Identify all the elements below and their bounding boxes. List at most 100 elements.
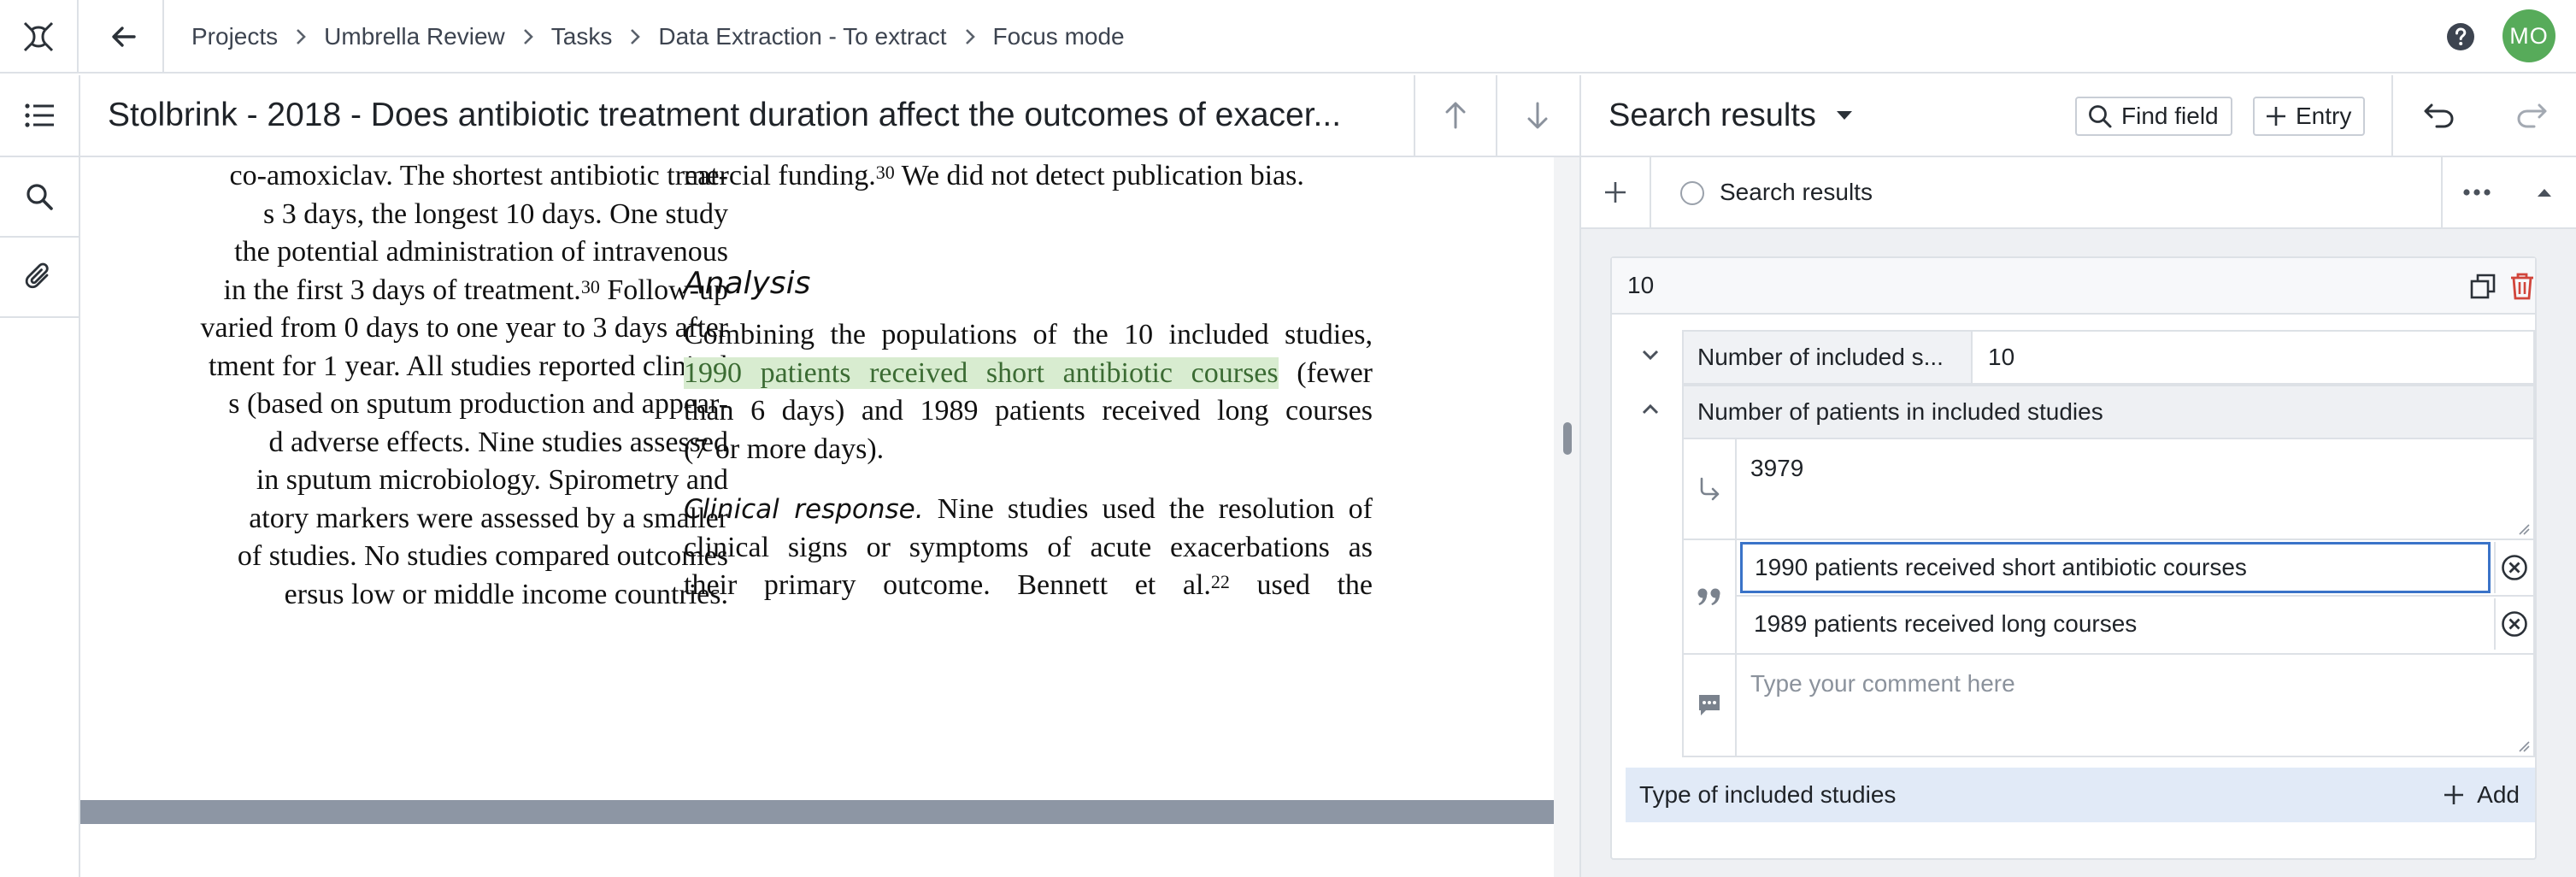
copy-icon (2470, 274, 2496, 299)
arrow-left-icon (112, 26, 136, 47)
pdf-page: co-amoxiclav. The shortest antibiotic tr… (80, 157, 1554, 800)
more-icon (2463, 189, 2491, 196)
panel-title-dropdown[interactable]: Search results (1609, 75, 1854, 156)
find-field-label: Find field (2121, 103, 2219, 129)
plus-icon (1605, 182, 1626, 203)
chevron-right-icon (295, 27, 307, 46)
paperclip-icon (25, 262, 49, 289)
list-icon (25, 103, 54, 127)
logo-icon[interactable] (0, 0, 79, 74)
chevron-right-icon (629, 27, 641, 46)
trash-icon (2511, 273, 2533, 300)
resize-handle-icon[interactable] (2518, 523, 2530, 535)
breadcrumb-umbrella-review[interactable]: Umbrella Review (324, 23, 505, 50)
collapse-strip-button[interactable] (2511, 157, 2576, 227)
pdf-page-next (80, 824, 1554, 877)
text-line: (7 or more days). (684, 433, 885, 465)
remove-quote-button[interactable] (2494, 598, 2533, 650)
scrollbar-thumb[interactable] (1563, 422, 1572, 455)
caret-down-icon (1835, 109, 1854, 121)
comment-block: Type your comment here (1682, 655, 2535, 757)
field-number-of-included-studies: Number of included s... 10 (1682, 330, 2535, 385)
text-line: 1990 patients received short antibiotic … (684, 355, 1373, 393)
text-line: in the first 3 days of treatment.30 Foll… (80, 272, 728, 310)
previous-page-button[interactable] (1414, 75, 1496, 156)
more-options-button[interactable] (2441, 157, 2511, 227)
delete-entry-button[interactable] (2506, 270, 2538, 303)
highlighted-text[interactable]: 1990 patients received short antibiotic … (684, 356, 1279, 389)
arrow-down-icon (1527, 102, 1548, 129)
duplicate-entry-button[interactable] (2467, 270, 2499, 303)
breadcrumb-projects[interactable]: Projects (191, 23, 278, 50)
text-line: tment for 1 year. All studies reported c… (208, 350, 728, 382)
history-controls (2391, 75, 2576, 156)
section-heading: Analysis (684, 266, 811, 301)
field-type-of-included-studies: Type of included studies Add (1626, 768, 2535, 822)
text-line: mercial funding.30 We did not detect pub… (684, 157, 1373, 196)
attachments-button[interactable] (0, 238, 79, 318)
back-button[interactable] (85, 0, 164, 74)
field-value-input[interactable]: 10 (1973, 332, 2533, 383)
add-label: Add (2477, 781, 2520, 808)
extraction-panel: Search results Find field Entry Search r… (1579, 75, 2576, 877)
text-line: of studies. No studies compared outcomes (237, 540, 728, 572)
breadcrumb: Projects Umbrella Review Tasks Data Extr… (191, 0, 1125, 74)
undo-button[interactable] (2393, 75, 2485, 156)
text-line: in sputum microbiology. Spirometry and (256, 464, 728, 496)
quote-icon (1684, 540, 1737, 653)
entry-radio[interactable] (1680, 181, 1704, 205)
text-fragment: (fewer (1278, 356, 1373, 389)
text-line: d adverse effects. Nine studies assessed (268, 426, 728, 458)
expand-field-toggle[interactable] (1636, 340, 1665, 369)
arrow-up-icon (1445, 102, 1466, 129)
panel-title: Search results (1609, 97, 1816, 133)
clear-icon (2502, 611, 2527, 637)
text-line: ersus low or middle income countries. (284, 578, 728, 610)
add-entry-button[interactable]: Entry (2253, 97, 2366, 136)
search-document-button[interactable] (0, 157, 79, 238)
answer-textarea[interactable]: 3979 (1737, 439, 2533, 537)
text-fragment: We did not detect publication bias. (894, 160, 1304, 191)
clear-icon (2502, 555, 2527, 580)
text-line: than 6 days) and 1989 patients received … (684, 395, 1373, 427)
help-button[interactable] (2443, 19, 2479, 55)
add-value-button[interactable]: Add (2443, 768, 2520, 822)
next-page-button[interactable] (1496, 75, 1578, 156)
entry-label: Entry (2296, 103, 2352, 129)
field-label: Number of included s... (1684, 332, 1973, 383)
clinical-paragraph: Clinical response. Nine studies used the… (684, 491, 1373, 605)
collapse-field-toggle[interactable] (1636, 395, 1665, 424)
quote-input[interactable]: 1990 patients received short antibiotic … (1740, 542, 2491, 593)
right-column-top: mercial funding.30 We did not detect pub… (684, 157, 1373, 196)
breadcrumb-focus-mode: Focus mode (992, 23, 1125, 50)
outline-button[interactable] (0, 75, 79, 157)
plus-icon (2267, 107, 2285, 126)
avatar[interactable]: MO (2502, 9, 2555, 62)
redo-button[interactable] (2485, 75, 2576, 156)
entry-number: 10 (1627, 272, 1655, 298)
text-line: Clinical response. Nine studies used the… (684, 491, 1373, 529)
breadcrumb-tasks[interactable]: Tasks (551, 23, 613, 50)
citation-superscript: 22 (1210, 571, 1230, 592)
add-entry-strip-button[interactable] (1581, 157, 1651, 227)
entry-card: 10 Number of included s... 10 Number of … (1610, 256, 2537, 860)
chevron-up-icon (1642, 403, 1659, 415)
run-in-heading: Clinical response. (684, 494, 924, 525)
text-fragment: Nine studies used the resolution of (923, 493, 1373, 525)
quote-input[interactable]: 1989 patients received long courses (1740, 598, 2491, 650)
scrollbar-track[interactable] (1554, 157, 1579, 877)
resize-handle-icon[interactable] (2518, 740, 2530, 752)
caret-up-icon (2538, 189, 2551, 197)
comment-textarea[interactable]: Type your comment here (1737, 655, 2533, 754)
text-fragment: used the (1229, 569, 1373, 601)
breadcrumb-data-extraction[interactable]: Data Extraction - To extract (658, 23, 946, 50)
entry-card-header: 10 (1612, 258, 2535, 315)
remove-quote-button[interactable] (2494, 542, 2533, 593)
search-icon (2089, 105, 2112, 128)
text-line: co-amoxiclav. The shortest antibiotic tr… (229, 160, 728, 191)
chevron-right-icon (522, 27, 534, 46)
chevron-right-icon (964, 27, 976, 46)
entry-label: Search results (1720, 179, 1873, 205)
document-viewer[interactable]: co-amoxiclav. The shortest antibiotic tr… (80, 157, 1579, 877)
find-field-button[interactable]: Find field (2075, 97, 2232, 136)
